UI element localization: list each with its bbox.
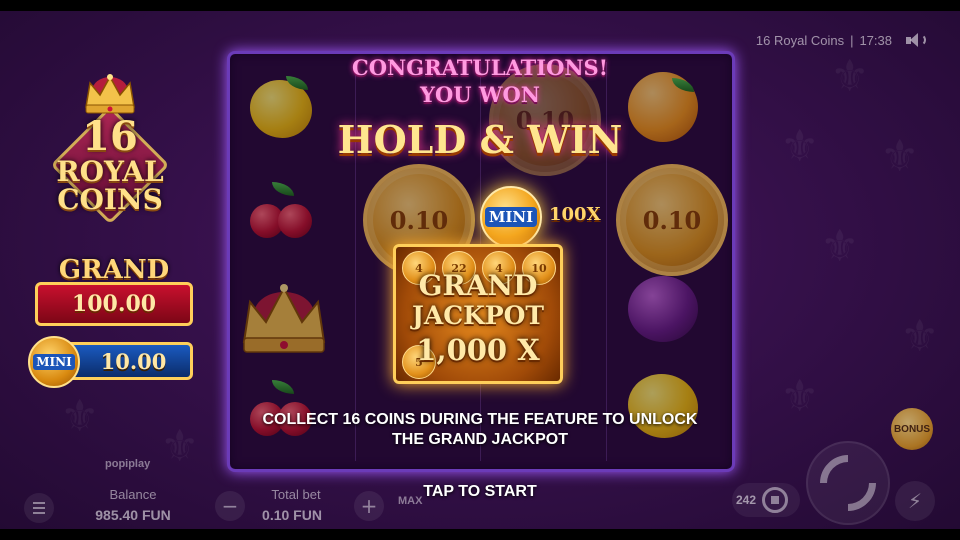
balance-value: 985.40 FUN: [95, 507, 171, 523]
congrats-line1: CONGRATULATIONS!: [352, 55, 608, 80]
jackpot-title-line2: JACKPOT: [411, 301, 545, 330]
grand-jackpot-value: 100.00: [35, 282, 193, 326]
logo-word-coins: COINS: [57, 183, 163, 216]
grand-jackpot-label: GRAND: [58, 255, 170, 285]
mini-coin-text: MINI: [484, 207, 538, 227]
feature-description: COLLECT 16 COINS DURING THE FEATURE TO U…: [0, 410, 960, 450]
provider-logo: popiplay: [105, 458, 151, 470]
fleur-de-lis-icon: ⚜: [900, 311, 940, 362]
feature-title: HOLD & WIN: [337, 117, 623, 162]
jackpot-multiplier: 1,000 X: [416, 333, 540, 367]
sound-icon[interactable]: [904, 31, 926, 49]
jackpot-title-line1: GRAND: [418, 269, 538, 302]
coin-symbol: 0.10: [616, 164, 728, 276]
mini-multiplier: 100X: [549, 204, 601, 225]
tap-to-start[interactable]: TAP TO START: [0, 483, 960, 501]
description-line2: THE GRAND JACKPOT: [391, 431, 568, 448]
game-title-label: 16 Royal Coins: [755, 32, 845, 48]
mini-coin-icon: MINI: [480, 186, 542, 248]
game-stage[interactable]: ⚜ ⚜ ⚜ ⚜ ⚜ ⚜ ⚜ ⚜ 16 Royal Coins | 17:38 1…: [0, 11, 960, 529]
game-info: 16 Royal Coins | 17:38: [756, 31, 926, 49]
bonus-button[interactable]: BONUS: [891, 408, 933, 450]
clock-label: 17:38: [859, 32, 892, 48]
description-line1: COLLECT 16 COINS DURING THE FEATURE TO U…: [262, 411, 698, 428]
crown-symbol: [242, 284, 326, 353]
grand-jackpot-banner: 4 22 4 10 5 GRAND JACKPOT 1,000 X: [393, 244, 563, 384]
separator: |: [850, 32, 854, 48]
total-bet-value: 0.10 FUN: [262, 507, 322, 523]
mini-coin-badge: MINI: [28, 336, 80, 388]
plum-symbol: [628, 276, 698, 342]
mini-coin-label: MINI: [33, 354, 75, 370]
fleur-de-lis-icon: ⚜: [820, 221, 860, 272]
congrats-line2: YOU WON: [420, 82, 540, 107]
